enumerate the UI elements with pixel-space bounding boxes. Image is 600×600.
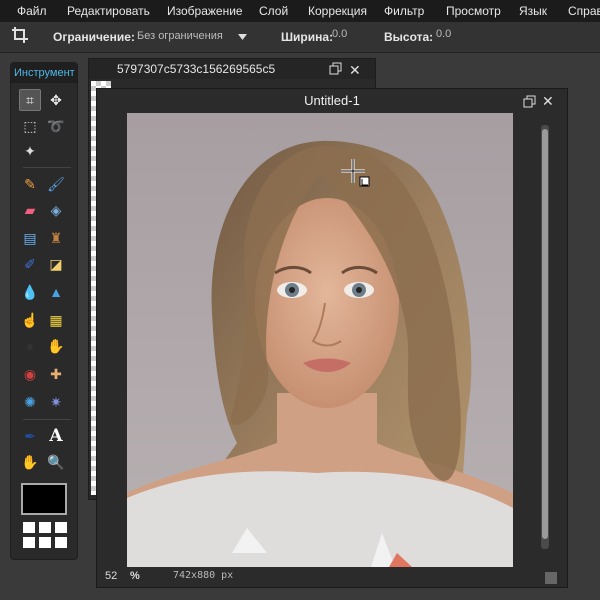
width-field[interactable]: 0.0: [332, 28, 347, 40]
paint-bucket-tool-icon[interactable]: ◈: [45, 199, 67, 221]
options-bar: Ограничение: Без ограничения Ширина: 0.0…: [0, 22, 600, 53]
close-icon[interactable]: ✕: [349, 60, 361, 80]
document-window-back-title: 5797307c5733c156269565c5: [117, 62, 276, 76]
menu-file[interactable]: Файл: [17, 4, 47, 18]
document-window-front-title: Untitled-1: [304, 93, 360, 108]
spot-heal-tool-icon[interactable]: ✚: [45, 363, 67, 385]
clone-stamp-tool-icon[interactable]: ♜: [45, 227, 67, 249]
menu-image[interactable]: Изображение: [167, 4, 243, 18]
toolbox-divider: [23, 167, 71, 168]
width-label: Ширина:: [281, 30, 334, 44]
image-canvas[interactable]: [127, 113, 513, 567]
crop-tool-icon[interactable]: ⌗: [19, 89, 41, 111]
maximize-icon[interactable]: [329, 61, 342, 81]
pencil-tool-icon[interactable]: ✎: [19, 173, 41, 195]
zoom-field[interactable]: 52: [105, 570, 129, 582]
marquee-tool-icon[interactable]: ⬚: [19, 115, 41, 137]
toolbox-panel: Инструмент ⌗ ✥ ⬚ ➰ ✦ ✎ 🖌 ▰ ◈ ▤ ♜ ✐ ◪ 💧 ▲ ☝ ▦ ● ✋ ◉ ✚ ✺ ✷ ✒ A ✋ 🔍: [10, 62, 78, 560]
red-eye-tool-icon[interactable]: ◉: [19, 363, 41, 385]
color-replace-tool-icon[interactable]: ✐: [19, 253, 41, 275]
document-window-front[interactable]: Untitled-1 ✕ 52 % 742x880 px: [96, 88, 568, 588]
close-icon[interactable]: ✕: [542, 93, 554, 110]
menu-layer[interactable]: Слой: [259, 4, 288, 18]
blur-tool-icon[interactable]: 💧: [19, 281, 41, 303]
brush-tool-icon[interactable]: 🖌: [45, 173, 67, 195]
height-field[interactable]: 0.0: [436, 28, 451, 40]
zoom-tool-icon[interactable]: 🔍: [45, 451, 67, 473]
menu-filter[interactable]: Фильтр: [384, 4, 424, 18]
eraser-tool-icon[interactable]: ▰: [19, 199, 41, 221]
toolbox-title: Инструмент: [11, 63, 77, 83]
sharpen-tool-icon[interactable]: ▲: [45, 281, 67, 303]
height-label: Высота:: [384, 30, 434, 44]
constraint-label: Ограничение:: [53, 30, 135, 44]
status-bar: 52 % 742x880 px: [97, 567, 567, 587]
hand-tool-icon[interactable]: ✋: [19, 451, 41, 473]
image-dimensions: 742x880 px: [173, 570, 234, 581]
menu-view[interactable]: Просмотр: [446, 4, 501, 18]
menu-language[interactable]: Язык: [519, 4, 547, 18]
foreground-color-swatch[interactable]: [21, 483, 67, 515]
document-window-back-titlebar[interactable]: 5797307c5733c156269565c5 ✕: [89, 59, 375, 79]
crop-tool-indicator-icon: [11, 26, 29, 47]
constraint-value: Без ограничения: [137, 30, 223, 42]
move-tool-icon[interactable]: ✥: [45, 89, 67, 111]
burn-tool-icon[interactable]: ✋: [45, 335, 67, 357]
resize-handle-icon[interactable]: [545, 572, 557, 584]
constraint-dropdown[interactable]: Без ограничения: [137, 27, 249, 47]
pinch-tool-icon[interactable]: ✷: [45, 391, 67, 413]
toolbox-grid-toggle-icon[interactable]: [23, 522, 67, 550]
bloat-tool-icon[interactable]: ✺: [19, 391, 41, 413]
scrollbar-thumb[interactable]: [542, 129, 548, 539]
type-tool-icon[interactable]: A: [45, 425, 67, 447]
portrait-photo: [127, 113, 513, 567]
document-window-front-titlebar[interactable]: Untitled-1: [97, 89, 567, 113]
smudge-tool-icon[interactable]: ☝: [19, 309, 41, 331]
sponge-tool-icon[interactable]: ▦: [45, 309, 67, 331]
color-picker-tool-icon[interactable]: ✒: [19, 425, 41, 447]
menu-bar: Файл Редактировать Изображение Слой Корр…: [0, 0, 600, 22]
gradient-tool-icon[interactable]: ▤: [19, 227, 41, 249]
menu-adjustment[interactable]: Коррекция: [308, 4, 367, 18]
draw-shape-tool-icon[interactable]: ◪: [45, 253, 67, 275]
magic-wand-tool-icon[interactable]: ✦: [19, 140, 41, 162]
menu-edit[interactable]: Редактировать: [67, 4, 150, 18]
vertical-scrollbar[interactable]: [541, 125, 549, 549]
lasso-tool-icon[interactable]: ➰: [45, 115, 67, 137]
chevron-down-icon: [238, 34, 247, 40]
zoom-unit: %: [130, 570, 140, 582]
toolbox-divider: [23, 419, 71, 420]
menu-help[interactable]: Справ: [568, 4, 600, 18]
dodge-tool-icon[interactable]: ●: [19, 335, 41, 357]
crop-cursor-icon: [341, 159, 370, 187]
maximize-icon[interactable]: [523, 95, 536, 111]
